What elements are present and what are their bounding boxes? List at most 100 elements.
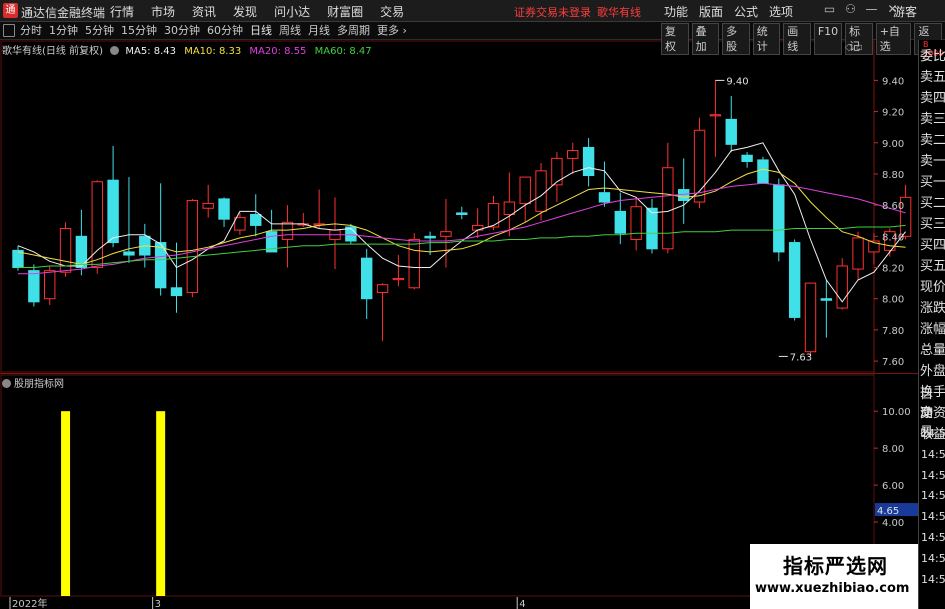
candle-body-up (503, 201, 516, 215)
trade-time: 14:56 (921, 468, 945, 482)
watermark-title: 指标严选网 (783, 554, 888, 578)
skin-icon[interactable]: ⚇ (840, 2, 861, 16)
price-axis-label: 9.20 (882, 108, 904, 119)
signal-bar (61, 411, 71, 596)
candle-body-down (456, 212, 468, 216)
menu-options[interactable]: 选项 (769, 3, 793, 20)
app-logo-icon: 通 (3, 3, 18, 18)
guest-label[interactable]: 游客 (893, 3, 917, 20)
panel-toggle-icon[interactable] (3, 24, 15, 37)
candle-body-up (408, 238, 420, 289)
indicator-current-value: 4.65 (877, 506, 899, 517)
tab-daily[interactable]: 日线 (250, 23, 272, 39)
tab-60min[interactable]: 60分钟 (207, 23, 243, 39)
quote-field-label: 委比 (920, 49, 945, 64)
restore-icon[interactable]: ▭ (819, 2, 840, 16)
watermark-url: www.xuezhibiao.com (755, 581, 910, 596)
candle-body-up (281, 221, 294, 240)
price-axis-label: 7.80 (882, 326, 904, 337)
tab-30min[interactable]: 30分钟 (164, 23, 200, 39)
candle-body-up (392, 277, 405, 281)
price-annotation-label: 7.63 (790, 352, 812, 363)
candle-body-up (440, 231, 452, 237)
candle-body-up (567, 150, 579, 159)
candle-body-down (820, 298, 833, 301)
signal-bar (156, 411, 166, 596)
menu-discover[interactable]: 发现 (233, 3, 257, 20)
menu-formula[interactable]: 公式 (734, 3, 758, 20)
indicator-axis-label: 8.00 (882, 444, 904, 455)
f10-button[interactable]: F10 (813, 23, 843, 55)
quote-field-label: 买四 (920, 238, 945, 253)
date-label: 2022年 (12, 597, 47, 609)
chart-canvas[interactable]: 9.40 7.63 7.60 7.80 8.00 8.20 8.40 8.60 8.80 9.0… (0, 0, 945, 609)
menu-quotes[interactable]: 行情 (110, 3, 134, 20)
statistics-button[interactable]: 统计 (752, 23, 781, 55)
menu-function[interactable]: 功能 (664, 3, 688, 20)
overlay-button[interactable]: 叠加 (691, 23, 720, 55)
menu-wealth-circle[interactable]: 财富圈 (327, 3, 363, 20)
tab-intraday[interactable]: 分时 (20, 23, 42, 39)
minimize-icon[interactable]: — (861, 2, 882, 16)
adjust-button[interactable]: 复权 (661, 23, 689, 55)
candle-body-down (614, 210, 626, 234)
trade-time: 14:56 (921, 427, 945, 440)
right-menu: 功能 版面 公式 选项 (664, 3, 804, 20)
quote-field-label: 外盘 (920, 364, 945, 379)
menu-trade[interactable]: 交易 (380, 3, 404, 20)
candle-body-up (804, 282, 817, 353)
auto-trade-label[interactable]: 自动 交易 (920, 385, 945, 440)
visibility-icon[interactable] (110, 46, 120, 55)
candle-body-down (250, 214, 262, 226)
multi-stock-button[interactable]: 多股 (722, 23, 750, 55)
candle-body-up (551, 157, 563, 186)
trade-time: 14:56 (921, 510, 945, 524)
quote-field-label: 卖三 (920, 112, 945, 127)
chart-corner-icons: ◇ ▫ (845, 42, 863, 53)
watermark-logo: 指标严选网 www.xuezhibiao.com (750, 544, 918, 609)
tab-monthly[interactable]: 月线 (308, 23, 330, 39)
add-watchlist-button[interactable]: +自选 (875, 23, 912, 55)
candle-body-up (186, 199, 199, 293)
quote-field-label: 卖一 (920, 154, 945, 169)
ma10-value: MA10: 8.33 (184, 46, 242, 57)
window-controls: ▭ ⚇ — ✕ (819, 2, 903, 16)
menu-assistant[interactable]: 问小达 (274, 3, 310, 20)
tab-15min[interactable]: 15分钟 (121, 23, 157, 39)
quote-field-label: 涨幅 (920, 322, 945, 337)
quote-field-label: 买三 (920, 217, 945, 232)
trade-time: 14:56 (921, 530, 945, 544)
draw-line-button[interactable]: 画线 (783, 23, 811, 55)
menu-news[interactable]: 资讯 (192, 3, 216, 20)
tab-multi-period[interactable]: 多周期 (337, 23, 370, 39)
candle-body-up (376, 284, 389, 293)
date-label: 4 (519, 599, 525, 609)
tab-1min[interactable]: 1分钟 (49, 23, 78, 39)
visibility-icon[interactable] (2, 379, 11, 388)
notice-text: 证券交易未登录 (514, 6, 591, 19)
candle-body-up (535, 170, 547, 212)
candle-body-down (646, 207, 658, 250)
price-axis-label: 8.00 (882, 295, 904, 306)
candle-body-down (598, 192, 611, 203)
quote-field-label: 买二 (920, 196, 945, 211)
trade-time: 14:56 (921, 489, 945, 503)
menu-layout[interactable]: 版面 (699, 3, 723, 20)
trade-login-notice[interactable]: 证券交易未登录 歌华有线 (514, 4, 641, 20)
diamond-icon[interactable]: ◇ (845, 42, 853, 53)
candle-body-down (218, 198, 230, 220)
ma20-value: MA20: 8.55 (249, 46, 307, 57)
quote-field-label: 卖二 (920, 133, 945, 148)
ma-line-ma5 (17, 142, 906, 303)
tab-weekly[interactable]: 周线 (279, 23, 301, 39)
candle-body-down (725, 118, 737, 145)
expand-icon[interactable]: ▫ (856, 42, 863, 53)
chart-stock-label: 歌华有线(日线 前复权) (2, 46, 103, 57)
menu-market[interactable]: 市场 (151, 3, 175, 20)
candle-body-down (107, 179, 119, 244)
trade-time-list: 14:56 14:56 14:56 14:56 14:56 14:56 14:56 14:56 (921, 424, 945, 590)
tab-5min[interactable]: 5分钟 (85, 23, 114, 39)
chart-toolbar: 复权 叠加 多股 统计 画线 F10 标记 +自选 返回 (661, 23, 945, 55)
tab-more[interactable]: 更多 › (377, 23, 407, 39)
price-pane-frame (0, 40, 875, 373)
